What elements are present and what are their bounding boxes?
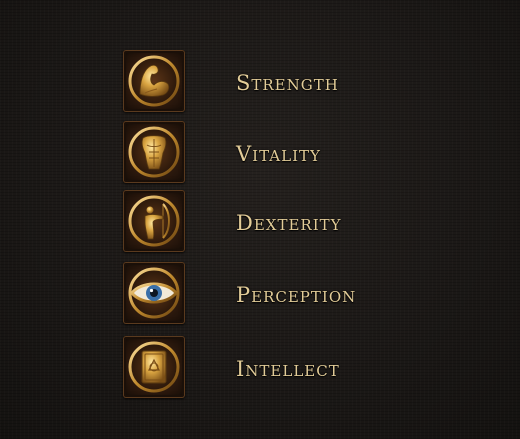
eye-icon bbox=[123, 262, 185, 324]
torso-icon bbox=[123, 121, 185, 183]
tome-icon bbox=[123, 336, 185, 398]
attribute-row-dexterity[interactable]: Dexterity bbox=[123, 190, 423, 254]
attribute-label-vitality: Vitality bbox=[236, 142, 321, 166]
attribute-row-strength[interactable]: Strength bbox=[123, 50, 423, 114]
attribute-label-strength: Strength bbox=[236, 71, 339, 95]
attribute-row-intellect[interactable]: Intellect bbox=[123, 336, 423, 400]
attribute-row-vitality[interactable]: Vitality bbox=[123, 121, 423, 185]
attribute-label-dexterity: Dexterity bbox=[236, 211, 342, 235]
attribute-row-perception[interactable]: Perception bbox=[123, 262, 423, 326]
attribute-label-intellect: Intellect bbox=[236, 357, 340, 381]
flexed-arm-icon bbox=[123, 50, 185, 112]
attribute-label-perception: Perception bbox=[236, 283, 357, 307]
archer-icon bbox=[123, 190, 185, 252]
